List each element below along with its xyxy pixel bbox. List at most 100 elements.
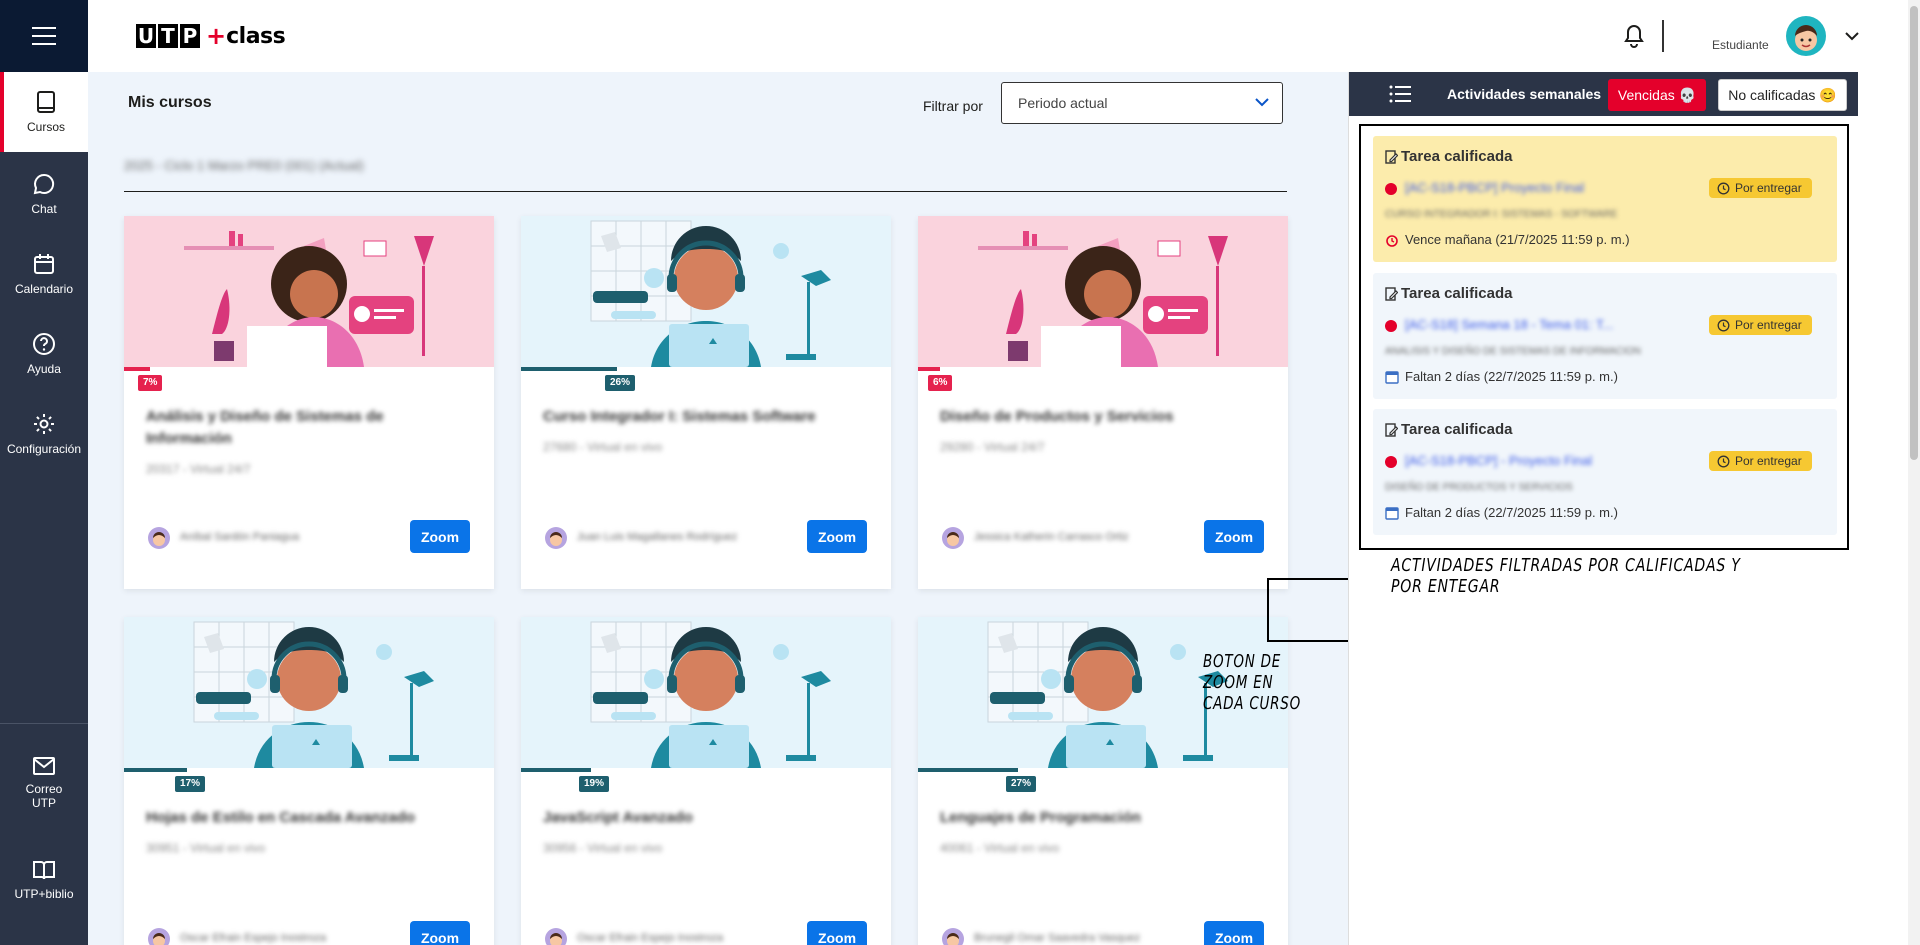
period-select[interactable]: Periodo actual xyxy=(1001,82,1283,124)
teacher-avatar xyxy=(942,928,964,945)
sidebar-item-ayuda[interactable]: Ayuda xyxy=(0,324,88,384)
clock-icon xyxy=(1717,455,1730,467)
teacher-name: Oscar Efrain Espejo Inostroza xyxy=(577,932,724,944)
course-title[interactable]: Lenguajes de Programación xyxy=(940,807,1240,829)
mail-icon xyxy=(33,757,55,775)
progress-fill xyxy=(918,367,940,371)
sidebar-item-biblio[interactable]: UTP+biblio xyxy=(0,850,88,910)
progress-track xyxy=(124,367,494,371)
notifications-button[interactable] xyxy=(1623,24,1645,53)
course-title[interactable]: Diseño de Productos y Servicios xyxy=(940,406,1240,428)
header-separator xyxy=(1662,20,1664,52)
calendar-icon xyxy=(1385,370,1399,384)
sidebar-item-label: Configuración xyxy=(6,442,82,456)
course-card[interactable]: 26% Curso Integrador I: Sistemas Softwar… xyxy=(521,216,891,589)
activity-due: Faltan 2 días (22/7/2025 11:59 p. m.) xyxy=(1385,505,1618,520)
course-illustration xyxy=(124,216,494,367)
progress-fill xyxy=(918,768,1018,772)
activity-course: ANALISIS Y DISEÑO DE SISTEMAS DE INFORMA… xyxy=(1385,346,1641,357)
zoom-button[interactable]: Zoom xyxy=(410,921,470,945)
zoom-button[interactable]: Zoom xyxy=(807,921,867,945)
menu-button[interactable] xyxy=(0,0,88,72)
course-card[interactable]: 19% JavaScript Avanzado 30956 - Virtual … xyxy=(521,617,891,945)
activity-card[interactable]: Tarea calificada [AC-S18] Semana 18 - Te… xyxy=(1373,273,1837,399)
chevron-down-icon xyxy=(1255,98,1269,107)
zoom-button[interactable]: Zoom xyxy=(1204,520,1264,553)
panel-title: Actividades semanales xyxy=(1447,86,1602,102)
activity-title: Tarea calificada xyxy=(1401,421,1513,438)
activity-link[interactable]: [AC-S18] Semana 18 - Tema 01: T... xyxy=(1405,317,1613,332)
sidebar-item-configuracion[interactable]: Configuración xyxy=(0,404,88,464)
user-avatar[interactable] xyxy=(1786,16,1826,56)
zoom-button[interactable]: Zoom xyxy=(807,520,867,553)
progress-badge: 7% xyxy=(138,375,163,391)
course-subtitle: 20317 - Virtual 24/7 xyxy=(146,462,251,476)
sidebar-item-label: Correo xyxy=(25,782,63,796)
teacher-name: Jessica Katherin Carrasco Ortiz xyxy=(974,531,1129,543)
divider xyxy=(124,191,1287,192)
course-title[interactable]: Curso Integrador I: Sistemas Software xyxy=(543,406,843,428)
period-heading: 2025 - Ciclo 1 Marzo PRE0 (001) (Actual) xyxy=(124,158,364,173)
scrollbar-thumb[interactable] xyxy=(1910,6,1918,460)
teacher-avatar xyxy=(148,928,170,945)
logo-letter: T xyxy=(158,24,178,48)
teacher-name: Aníbal Sardón Paniagua xyxy=(180,531,300,543)
scrollbar[interactable] xyxy=(1908,0,1920,945)
open-book-icon xyxy=(33,861,55,880)
course-subtitle: 30956 - Virtual en vivo xyxy=(543,841,663,855)
course-card[interactable]: 17% Hojas de Estilo en Cascada Avanzado … xyxy=(124,617,494,945)
clock-icon xyxy=(1717,319,1730,331)
activity-link[interactable]: [AC-S18-PBCP] Proyecto Final xyxy=(1405,180,1584,195)
main-content: Mis cursos Filtrar por Periodo actual 20… xyxy=(88,72,1379,945)
sidebar-item-cursos[interactable]: Cursos xyxy=(0,72,88,152)
panel-header: Actividades semanales Vencidas 💀 No cali… xyxy=(1349,72,1858,116)
teacher-avatar xyxy=(942,527,964,549)
status-dot xyxy=(1385,183,1397,195)
due-text: Vence mañana (21/7/2025 11:59 p. m.) xyxy=(1405,232,1630,247)
sidebar-divider xyxy=(0,723,88,724)
teacher-name: Brunegil Omar Saavedra Vasquez xyxy=(974,932,1141,944)
gear-icon xyxy=(34,414,54,434)
sidebar-item-label: Calendario xyxy=(14,282,74,296)
course-title[interactable]: Análisis y Diseño de Sistemas de Informa… xyxy=(146,406,446,450)
logo-class: class xyxy=(226,23,286,49)
activity-card[interactable]: Tarea calificada [AC-S18-PBCP] Proyecto … xyxy=(1373,136,1837,262)
course-title[interactable]: JavaScript Avanzado xyxy=(543,807,843,829)
sidebar-item-label: Chat xyxy=(31,202,57,216)
help-icon xyxy=(33,333,55,355)
sidebar-item-calendario[interactable]: Calendario xyxy=(0,244,88,304)
course-subtitle: 29280 - Virtual 24/7 xyxy=(940,440,1045,454)
assignment-icon xyxy=(1385,423,1398,437)
sidebar-item-label: Cursos xyxy=(26,120,65,134)
zoom-button[interactable]: Zoom xyxy=(1204,921,1264,945)
course-card[interactable]: 7% Análisis y Diseño de Sistemas de Info… xyxy=(124,216,494,589)
course-title[interactable]: Hojas de Estilo en Cascada Avanzado xyxy=(146,807,446,829)
zoom-button[interactable]: Zoom xyxy=(410,520,470,553)
activity-title: Tarea calificada xyxy=(1401,285,1513,302)
status-dot xyxy=(1385,456,1397,468)
activity-link[interactable]: [AC-S18-PBCP] - Proyecto Final xyxy=(1405,453,1592,468)
due-text: Faltan 2 días (22/7/2025 11:59 p. m.) xyxy=(1405,505,1618,520)
bell-icon xyxy=(1624,24,1644,48)
teacher-avatar xyxy=(148,527,170,549)
badge-label: Por entregar xyxy=(1735,454,1802,468)
status-dot xyxy=(1385,320,1397,332)
chat-icon xyxy=(33,173,55,195)
course-card[interactable]: 6% Diseño de Productos y Servicios 29280… xyxy=(918,216,1288,589)
no-calificadas-button[interactable]: No calificadas 😊 xyxy=(1718,79,1847,111)
progress-fill xyxy=(521,768,591,772)
course-subtitle: 27680 - Virtual en vivo xyxy=(543,440,663,454)
calendar-icon xyxy=(1385,506,1399,520)
teacher-avatar xyxy=(545,928,567,945)
book-icon xyxy=(37,91,55,113)
sidebar-item-chat[interactable]: Chat xyxy=(0,164,88,224)
user-role: Estudiante xyxy=(1712,38,1769,52)
utp-class-logo[interactable]: U T P + class xyxy=(136,22,286,50)
user-menu-toggle[interactable] xyxy=(1844,28,1860,46)
hamburger-icon xyxy=(32,27,56,45)
activity-card[interactable]: Tarea calificada [AC-S18-PBCP] - Proyect… xyxy=(1373,409,1837,535)
list-icon[interactable] xyxy=(1389,84,1411,104)
sidebar-item-correo[interactable]: Correo UTP xyxy=(0,748,88,818)
vencidas-button[interactable]: Vencidas 💀 xyxy=(1608,79,1706,111)
due-text: Faltan 2 días (22/7/2025 11:59 p. m.) xyxy=(1405,369,1618,384)
